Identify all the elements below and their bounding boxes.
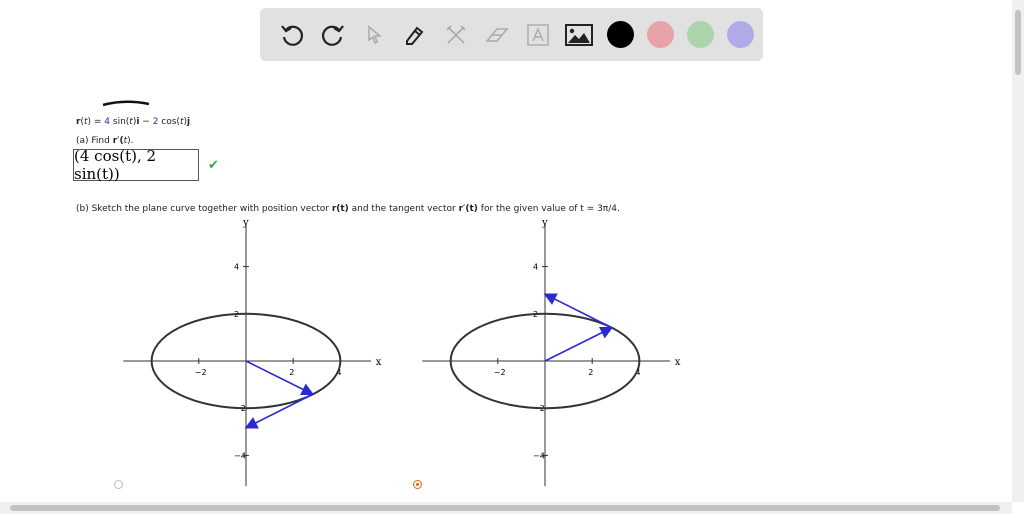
eraser-icon[interactable] bbox=[477, 15, 517, 55]
position-vector bbox=[245, 360, 315, 396]
tangent-vector bbox=[244, 393, 314, 429]
part-a-label: (a) Find r′(t). bbox=[76, 136, 134, 146]
color-pink[interactable] bbox=[646, 21, 674, 48]
part-b-label: (b) Sketch the plane curve together with… bbox=[76, 204, 620, 214]
tangent-vector bbox=[543, 293, 613, 329]
graph-option-2[interactable]: xy−2 2 442−2−4 bbox=[409, 220, 689, 495]
pen-icon[interactable] bbox=[395, 15, 435, 55]
position-vector bbox=[544, 326, 614, 362]
y-tick-label: −4 bbox=[234, 451, 246, 460]
vector-function: r(t) = 4 sin(t)i − 2 cos(t)j bbox=[76, 117, 191, 127]
pen-stroke bbox=[102, 100, 150, 107]
vertical-scrollbar[interactable] bbox=[1012, 0, 1024, 502]
correct-check-icon: ✔ bbox=[208, 158, 219, 173]
radio-option-2[interactable] bbox=[413, 480, 422, 489]
image-icon[interactable] bbox=[559, 15, 599, 55]
x-tick-label: 2 bbox=[588, 368, 593, 377]
text-icon[interactable] bbox=[518, 15, 558, 55]
y-tick-label: −4 bbox=[533, 451, 545, 460]
horizontal-scrollbar[interactable] bbox=[0, 502, 1012, 514]
graph-option-1[interactable]: xy−2 2 442−2−4 bbox=[110, 220, 390, 495]
color-purple[interactable] bbox=[726, 21, 754, 48]
y-tick-label: 4 bbox=[234, 263, 239, 272]
y-axis-label: y bbox=[541, 220, 548, 228]
drawing-toolbar bbox=[260, 8, 763, 61]
color-green[interactable] bbox=[686, 21, 714, 48]
tools-icon[interactable] bbox=[436, 15, 476, 55]
redo-icon[interactable] bbox=[313, 15, 353, 55]
answer-value: (4 cos(t), 2 sin(t)) bbox=[74, 147, 157, 183]
undo-icon[interactable] bbox=[272, 15, 312, 55]
x-axis-label: x bbox=[376, 357, 382, 368]
y-tick-label: 4 bbox=[533, 263, 538, 272]
x-tick-label: 2 bbox=[289, 368, 294, 377]
x-tick-label: −2 bbox=[195, 368, 207, 377]
radio-option-1[interactable] bbox=[114, 480, 123, 489]
color-black[interactable] bbox=[606, 21, 634, 48]
x-axis-label: x bbox=[675, 357, 681, 368]
select-icon[interactable] bbox=[354, 15, 394, 55]
x-tick-label: −2 bbox=[494, 368, 506, 377]
answer-field[interactable]: (4 cos(t), 2 sin(t)) bbox=[73, 147, 199, 183]
y-axis-label: y bbox=[242, 220, 249, 228]
